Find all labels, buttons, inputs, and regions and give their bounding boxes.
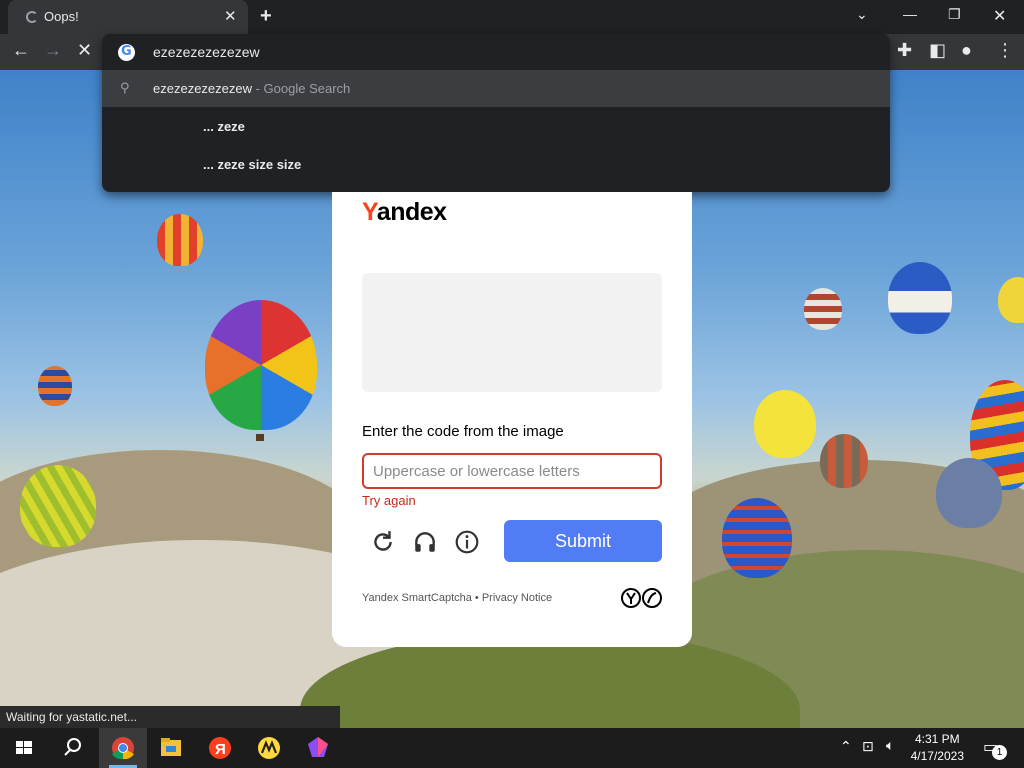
tab-search-icon[interactable]: ⌄ xyxy=(856,6,868,23)
notification-count-badge: 1 xyxy=(992,745,1007,760)
minimize-button[interactable]: — xyxy=(903,6,917,22)
status-bubble: Waiting for yastatic.net... xyxy=(0,706,340,728)
forward-arrow-icon[interactable]: → xyxy=(44,40,62,61)
tab-close-icon[interactable]: ✕ xyxy=(224,7,237,25)
captcha-code-input[interactable] xyxy=(362,453,662,489)
close-window-button[interactable]: ✕ xyxy=(993,6,1006,26)
yandex-logo: Yandex xyxy=(362,198,447,226)
yandex-smartcaptcha-logo-icon xyxy=(621,588,662,608)
captcha-footer-links[interactable]: Yandex SmartCaptcha • Privacy Notice xyxy=(362,592,552,604)
suggestion-suffix: - Google Search xyxy=(252,81,351,96)
system-clock[interactable]: 4:31 PM 4/17/2023 xyxy=(911,731,964,765)
loading-spinner-icon xyxy=(26,11,38,23)
menu-kebab-icon[interactable]: ⋮ xyxy=(996,40,1014,61)
yandex-market-icon[interactable] xyxy=(245,728,293,768)
chrome-icon[interactable] xyxy=(99,728,147,768)
address-bar-input[interactable] xyxy=(153,42,753,62)
browser-tab[interactable]: Oops! ✕ xyxy=(8,0,248,34)
back-arrow-icon[interactable]: ← xyxy=(12,40,30,61)
refresh-icon[interactable] xyxy=(370,529,396,555)
google-icon: G xyxy=(118,44,135,61)
tab-title: Oops! xyxy=(44,9,79,24)
captcha-card: Yandex Enter the code from the image Try… xyxy=(332,192,692,647)
svg-text:Я: Я xyxy=(215,741,226,758)
yandex-browser-icon[interactable]: Я xyxy=(196,728,244,768)
omnibox-dropdown: G ⚲ ezezezezezezew - Google Search ... z… xyxy=(102,34,890,192)
volume-icon[interactable]: 🔈︎ xyxy=(886,737,894,754)
side-panel-icon[interactable]: ◧ xyxy=(929,40,946,61)
headphones-audio-icon[interactable] xyxy=(412,529,438,555)
suggestion-item[interactable]: ... zeze xyxy=(102,108,890,145)
start-icon[interactable] xyxy=(0,728,48,768)
network-icon[interactable]: ⊡ xyxy=(862,738,874,755)
error-message: Try again xyxy=(362,493,416,508)
clock-time: 4:31 PM xyxy=(914,732,960,746)
show-hidden-icons-chevron-icon[interactable]: ⌃ xyxy=(840,738,852,755)
restore-button[interactable]: ❐ xyxy=(948,6,961,23)
suggestion-text: ... zeze xyxy=(203,119,245,134)
captcha-prompt: Enter the code from the image xyxy=(362,423,564,440)
suggestion-text: ezezezezezezew xyxy=(153,81,252,96)
windows-taskbar: Я ⌃ ⊡ 🔈︎ 4:31 PM 4/17/2023 ▭ 1 xyxy=(0,728,1024,768)
info-icon[interactable] xyxy=(454,529,480,555)
extensions-puzzle-icon[interactable]: ✚ xyxy=(897,40,912,61)
suggestion-google-search[interactable]: ⚲ ezezezezezezew - Google Search xyxy=(102,70,890,107)
file-explorer-icon[interactable] xyxy=(147,728,195,768)
stop-loading-icon[interactable]: ✕ xyxy=(77,40,92,61)
profile-icon[interactable]: ● xyxy=(961,40,972,61)
captcha-image xyxy=(362,273,662,392)
search-icon[interactable] xyxy=(48,728,96,768)
tab-strip: Oops! ✕ + ⌄ — ❐ ✕ xyxy=(0,0,1024,34)
app-gem-icon[interactable] xyxy=(294,728,342,768)
new-tab-button[interactable]: + xyxy=(260,5,272,28)
clock-date: 4/17/2023 xyxy=(910,749,964,763)
submit-button[interactable]: Submit xyxy=(504,520,662,562)
search-icon: ⚲ xyxy=(120,80,130,95)
suggestion-item[interactable]: ... zeze size size xyxy=(102,146,890,183)
suggestion-text: ... zeze size size xyxy=(203,157,302,172)
